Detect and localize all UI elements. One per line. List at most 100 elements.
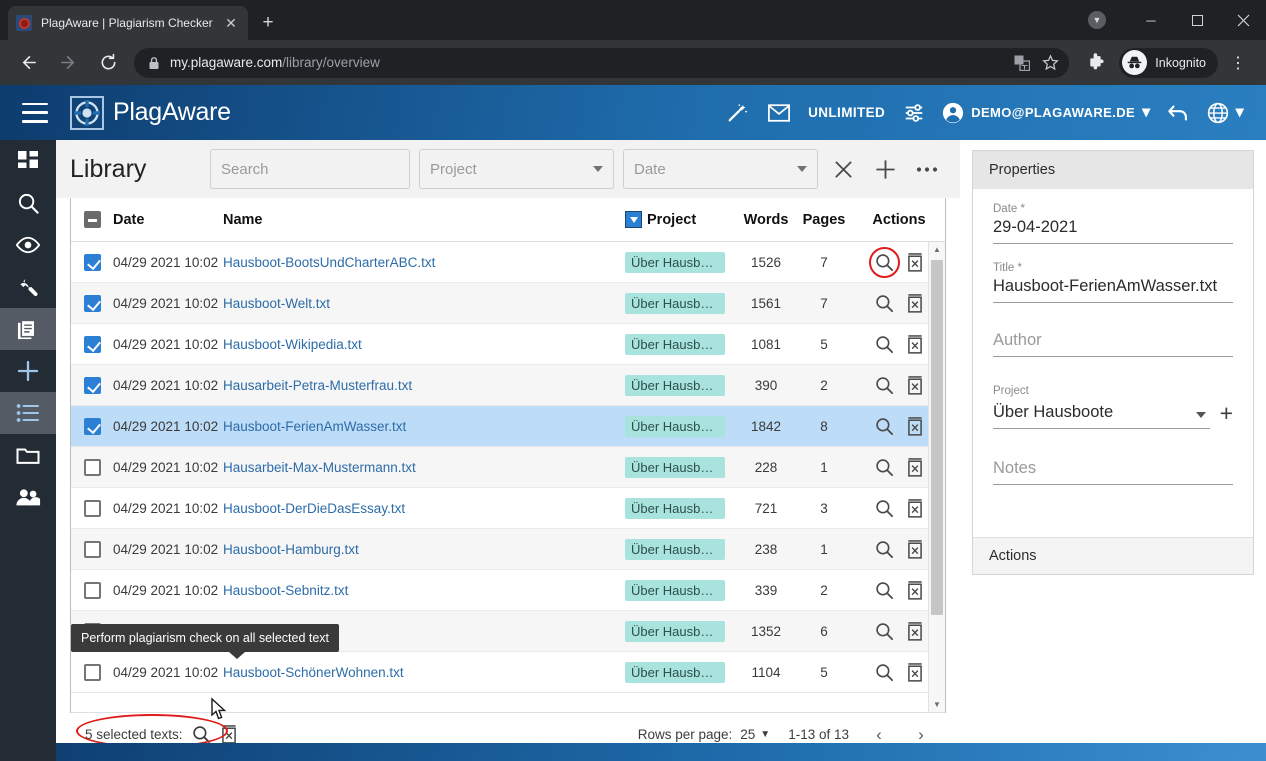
field-notes-input[interactable]: Notes xyxy=(993,459,1233,485)
add-project-button[interactable]: + xyxy=(1220,400,1233,429)
delete-text-button[interactable] xyxy=(906,293,924,313)
column-header-name[interactable]: Name xyxy=(223,212,625,228)
row-checkbox[interactable] xyxy=(71,253,113,271)
close-window-button[interactable] xyxy=(1220,0,1266,40)
profile-pill[interactable]: Inkognito xyxy=(1119,47,1218,78)
cell-name[interactable]: Hausboot-DerDieDasEssay.txt xyxy=(223,501,625,516)
language-menu[interactable]: ▾ xyxy=(1201,93,1250,133)
bookmark-star-icon[interactable] xyxy=(1042,54,1060,71)
field-title-input[interactable]: Hausboot-FerienAmWasser.txt xyxy=(993,277,1233,303)
back-icon[interactable] xyxy=(13,48,43,78)
check-text-button[interactable] xyxy=(875,499,894,518)
puzzle-icon[interactable] xyxy=(1080,48,1110,78)
filter-active-icon[interactable] xyxy=(625,211,642,228)
sidebar-item-search[interactable] xyxy=(0,182,56,224)
select-all-checkbox[interactable] xyxy=(71,211,113,228)
table-row[interactable]: 04/29 2021 10:02 Hausboot-SchönerWohnen.t… xyxy=(71,652,945,693)
check-text-button[interactable] xyxy=(875,294,894,313)
delete-text-button[interactable] xyxy=(906,580,924,600)
text-link[interactable]: Hausboot-Wikipedia.txt xyxy=(223,337,362,352)
check-text-button[interactable] xyxy=(875,417,894,436)
date-filter-select[interactable]: Date xyxy=(623,149,818,189)
row-checkbox[interactable] xyxy=(71,376,113,394)
row-checkbox[interactable] xyxy=(71,335,113,353)
check-text-button[interactable] xyxy=(875,458,894,477)
reload-icon[interactable] xyxy=(93,48,123,78)
sidebar-item-new[interactable] xyxy=(0,350,56,392)
row-checkbox[interactable] xyxy=(71,417,113,435)
browser-tab[interactable]: PlagAware | Plagiarism Checker ✕ xyxy=(8,6,248,40)
brand[interactable]: PlagAware xyxy=(70,95,231,130)
cell-name[interactable]: Hausarbeit-Petra-Musterfrau.txt xyxy=(223,378,625,393)
check-text-button[interactable] xyxy=(875,663,894,682)
column-header-words[interactable]: Words xyxy=(737,212,795,228)
table-row[interactable]: 04/29 2021 10:02 Hausboot-Wikipedia.txt Üb… xyxy=(71,324,945,365)
search-input[interactable]: Search xyxy=(210,149,410,189)
sidebar-item-tools[interactable] xyxy=(0,266,56,308)
undo-icon[interactable] xyxy=(1159,93,1199,133)
text-link[interactable]: Hausboot-DerDieDasEssay.txt xyxy=(223,501,405,516)
sidebar-item-list-overview[interactable] xyxy=(0,392,56,434)
row-checkbox[interactable] xyxy=(71,294,113,312)
new-tab-button[interactable]: + xyxy=(254,9,282,37)
column-header-date[interactable]: Date xyxy=(113,212,223,228)
row-checkbox[interactable] xyxy=(71,499,113,517)
text-link[interactable]: Hausboot-Welt.txt xyxy=(223,296,330,311)
cell-name[interactable]: Hausboot-Wikipedia.txt xyxy=(223,337,625,352)
table-row[interactable]: 04/29 2021 10:02 Hausboot-Sebnitz.txt Über… xyxy=(71,570,945,611)
scroll-up-arrow-icon[interactable]: ▲ xyxy=(929,242,945,257)
minimize-button[interactable]: ─ xyxy=(1128,0,1174,40)
row-checkbox[interactable] xyxy=(71,458,113,476)
text-link[interactable]: Hausboot-Sebnitz.txt xyxy=(223,583,348,598)
cell-name[interactable]: Hausboot-FerienAmWasser.txt xyxy=(223,419,625,434)
magic-wand-icon[interactable] xyxy=(717,93,757,133)
cell-name[interactable]: Hausboot-Hamburg.txt xyxy=(223,542,625,557)
sidebar-item-folders[interactable] xyxy=(0,434,56,476)
next-page-button[interactable]: › xyxy=(909,725,933,745)
cell-name[interactable]: Hausarbeit-Max-Mustermann.txt xyxy=(223,460,625,475)
table-row[interactable]: 04/29 2021 10:02 Hausboot-BootsUndCharter… xyxy=(71,242,945,283)
field-author-input[interactable]: Author xyxy=(993,331,1233,357)
cell-name[interactable]: Hausboot-BootsUndCharterABC.txt xyxy=(223,255,625,270)
table-scrollbar[interactable]: ▲ ▼ xyxy=(928,242,945,712)
hamburger-icon[interactable] xyxy=(22,102,48,123)
delete-text-button[interactable] xyxy=(906,334,924,354)
delete-text-button[interactable] xyxy=(906,498,924,518)
field-date-input[interactable]: 29-04-2021 xyxy=(993,218,1233,244)
rows-per-page[interactable]: Rows per page: 25 ▼ xyxy=(638,727,771,742)
clear-filters-button[interactable] xyxy=(822,148,864,190)
tune-sliders-icon[interactable] xyxy=(894,93,934,133)
envelope-icon[interactable] xyxy=(759,93,799,133)
text-link[interactable]: Hausboot-SchönerWohnen.txt xyxy=(223,665,404,680)
field-project-select[interactable]: Über Hausboote xyxy=(993,403,1210,429)
delete-text-button[interactable] xyxy=(906,621,924,641)
check-selected-button[interactable] xyxy=(192,725,211,744)
cell-name[interactable]: Hausboot-Sebnitz.txt xyxy=(223,583,625,598)
text-link[interactable]: Hausarbeit-Max-Mustermann.txt xyxy=(223,460,416,475)
delete-text-button[interactable] xyxy=(906,457,924,477)
scroll-down-arrow-icon[interactable]: ▼ xyxy=(929,697,945,712)
text-link[interactable]: Hausboot-Hamburg.txt xyxy=(223,542,359,557)
row-checkbox[interactable] xyxy=(71,663,113,681)
table-row[interactable]: 04/29 2021 10:02 Hausboot-FerienAmWasser.… xyxy=(71,406,945,447)
delete-text-button[interactable] xyxy=(906,416,924,436)
more-options-button[interactable] xyxy=(906,148,948,190)
maximize-button[interactable] xyxy=(1174,0,1220,40)
row-checkbox[interactable] xyxy=(71,581,113,599)
sidebar-item-monitor[interactable] xyxy=(0,224,56,266)
project-filter-select[interactable]: Project xyxy=(419,149,614,189)
column-header-project[interactable]: Project xyxy=(625,211,737,228)
table-row[interactable]: 04/29 2021 10:02 Hausboot-Hamburg.txt Über… xyxy=(71,529,945,570)
delete-text-button[interactable] xyxy=(906,375,924,395)
account-menu[interactable]: DEMO@PLAGAWARE.DE ▾ xyxy=(936,93,1156,133)
check-text-button[interactable] xyxy=(875,540,894,559)
cell-name[interactable]: Hausboot-SchönerWohnen.txt xyxy=(223,665,625,680)
delete-text-button[interactable] xyxy=(906,662,924,682)
sidebar-item-dashboard[interactable] xyxy=(0,140,56,182)
check-text-button[interactable] xyxy=(875,376,894,395)
row-checkbox[interactable] xyxy=(71,540,113,558)
chevron-down-icon[interactable]: ▼ xyxy=(1088,11,1106,29)
plan-badge[interactable]: UNLIMITED xyxy=(801,93,892,133)
text-link[interactable]: Hausarbeit-Petra-Musterfrau.txt xyxy=(223,378,412,393)
prev-page-button[interactable]: ‹ xyxy=(867,725,891,745)
